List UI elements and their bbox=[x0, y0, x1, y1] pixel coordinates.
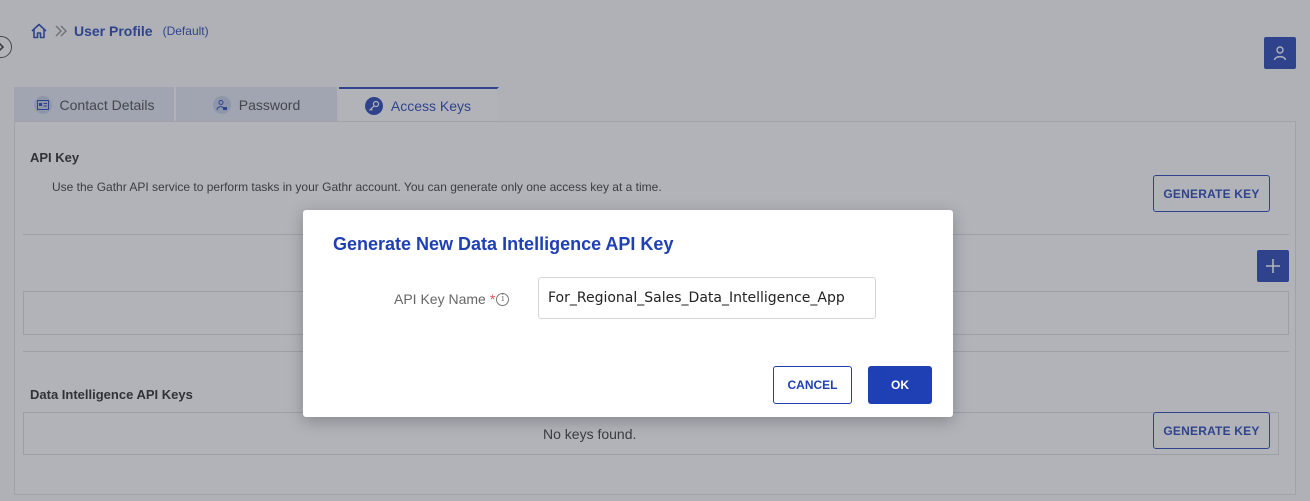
field-label-text: API Key Name bbox=[394, 291, 486, 307]
api-key-name-input[interactable] bbox=[538, 277, 876, 319]
api-key-name-label: API Key Name * i bbox=[394, 291, 510, 307]
required-marker: * bbox=[489, 291, 496, 307]
app-background: User Profile (Default) Contact Details P… bbox=[0, 0, 1310, 501]
info-icon[interactable]: i bbox=[496, 292, 510, 306]
ok-button[interactable]: OK bbox=[868, 366, 932, 404]
dialog-title: Generate New Data Intelligence API Key bbox=[333, 234, 674, 254]
cancel-button[interactable]: CANCEL bbox=[773, 366, 852, 404]
generate-key-dialog: Generate New Data Intelligence API Key A… bbox=[303, 210, 953, 417]
